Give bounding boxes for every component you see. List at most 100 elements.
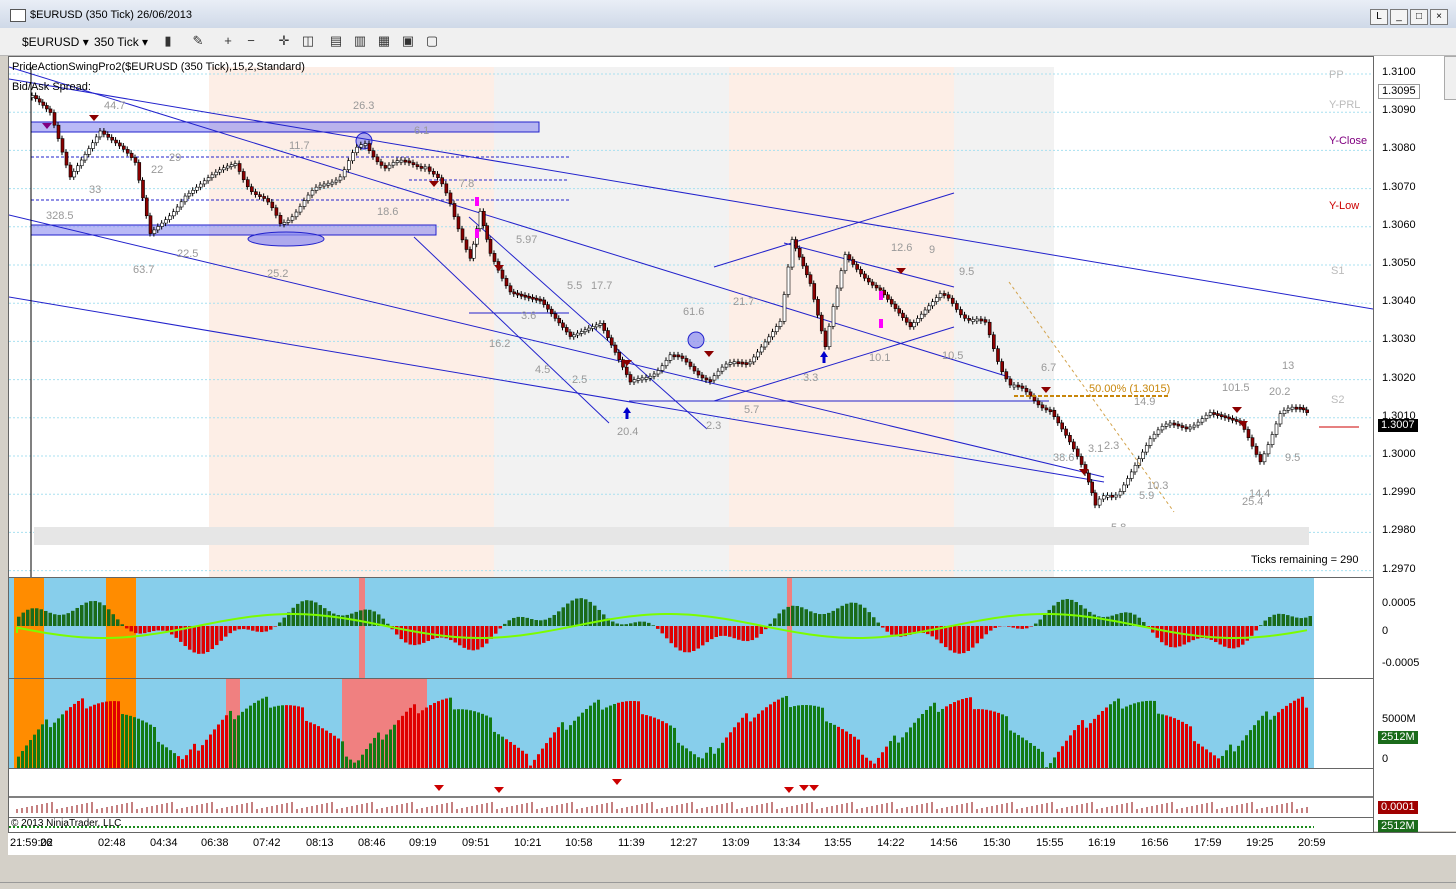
link-button[interactable]: L [1370, 9, 1388, 25]
volume-bar [1157, 714, 1160, 768]
swing-label: 13 [1282, 360, 1294, 372]
candle-body [856, 264, 859, 269]
signal-marker [799, 785, 809, 791]
osc-bar [1219, 626, 1223, 644]
candle-body [645, 377, 648, 379]
osc-axis-label: -0.0005 [1382, 657, 1419, 669]
osc-bar [328, 611, 332, 626]
volume-bar [1089, 723, 1092, 768]
signal-marker [612, 779, 622, 785]
volume-bar [273, 707, 276, 768]
volume-bar [605, 707, 608, 768]
volume-bar [229, 711, 232, 768]
instrument-selector[interactable]: $EURUSD ▾ [22, 35, 89, 49]
volume-bar [465, 710, 468, 768]
volume-bar [1137, 702, 1140, 768]
volume-bar [381, 740, 384, 768]
vertical-scrollbar[interactable] [1444, 56, 1456, 100]
swing-label: 22.5 [177, 248, 198, 260]
candle-body [832, 307, 835, 327]
volume-bar [677, 743, 680, 768]
candle-body [1213, 413, 1216, 415]
candle-body [161, 223, 164, 226]
volume-bar [365, 749, 368, 768]
candle-body [520, 294, 523, 296]
support-ellipse [248, 232, 324, 246]
volume-bar [1113, 701, 1116, 768]
oscillator-panel[interactable] [8, 577, 1374, 679]
candle-body [453, 203, 456, 216]
volume-bar [865, 758, 868, 768]
maximize-button[interactable]: □ [1410, 9, 1428, 25]
bottom-panel[interactable]: © 2013 NinjaTrader, LLC [8, 817, 1374, 833]
zoom-out-icon[interactable]: − [243, 33, 259, 49]
osc-bar [656, 626, 660, 629]
swing-label: 7.8 [459, 178, 474, 190]
data-box-icon[interactable]: ▢ [424, 33, 440, 49]
volume-bar [821, 708, 824, 768]
candle-body [848, 255, 851, 260]
volume-bar [685, 748, 688, 768]
candle-body [1306, 410, 1309, 413]
candle-body [1102, 496, 1105, 499]
volume-bar [1177, 720, 1180, 768]
osc-bar [647, 623, 651, 626]
osc-bar [512, 618, 516, 626]
candle-body [126, 149, 129, 153]
volume-bar [397, 720, 400, 768]
volume-bar [909, 727, 912, 768]
price-panel[interactable]: 44.726.333222911.76.1328.563.722.525.218… [8, 56, 1374, 578]
osc-bar [161, 626, 165, 631]
candle-body [665, 360, 668, 365]
candle-body [513, 292, 516, 294]
osc-bar [557, 611, 561, 626]
signal-panel[interactable] [8, 768, 1374, 818]
candle-body [432, 171, 435, 174]
candle-body [49, 109, 52, 113]
snapshot-icon[interactable]: ▣ [400, 33, 416, 49]
candle-body [1130, 472, 1133, 479]
chart-trader-icon[interactable]: ▦ [376, 33, 392, 49]
osc-axis-label: 0.0005 [1382, 597, 1416, 609]
zoom-in-icon[interactable]: + [220, 33, 236, 49]
volume-bar [1005, 716, 1008, 768]
swing-label: 26.3 [353, 100, 374, 112]
chart-style-icon[interactable]: ▮ [160, 33, 176, 49]
pencil-icon[interactable]: ✎ [190, 33, 206, 49]
swing-label: 44.7 [104, 100, 125, 112]
close-button[interactable]: × [1430, 9, 1448, 25]
volume-bar [349, 760, 352, 768]
candle-body [57, 125, 60, 138]
minimize-button[interactable]: _ [1390, 9, 1408, 25]
resistance-zone [31, 122, 539, 132]
candle-body [153, 230, 156, 234]
candle-body [871, 282, 874, 285]
level-label-s2: S2 [1331, 394, 1344, 406]
osc-bar [323, 608, 327, 626]
volume-bar [1209, 752, 1212, 768]
strategies-icon[interactable]: ▥ [352, 33, 368, 49]
candle-body [424, 167, 427, 169]
candle-body [1279, 414, 1282, 424]
volume-canvas [9, 679, 1373, 768]
osc-highlight-3 [359, 578, 365, 678]
candle-body [725, 364, 728, 367]
time-axis-label: 09:19 [409, 837, 437, 849]
candle-body [1119, 491, 1122, 495]
candle-body [1217, 414, 1220, 416]
interval-selector[interactable]: 350 Tick ▾ [94, 35, 148, 49]
osc-bar [22, 613, 26, 626]
candle-body [875, 285, 878, 288]
properties-icon[interactable]: ◫ [300, 33, 316, 49]
crosshair-icon[interactable]: ✛ [276, 33, 292, 49]
volume-bar [989, 711, 992, 768]
osc-bar [1300, 618, 1304, 626]
volume-panel[interactable] [8, 678, 1374, 769]
osc-bar [674, 626, 678, 647]
volume-bar [393, 725, 396, 768]
indicators-icon[interactable]: ▤ [328, 33, 344, 49]
osc-bar [791, 606, 795, 626]
candle-body [939, 293, 942, 297]
swing-label: 61.6 [683, 306, 704, 318]
candle-body [1263, 454, 1266, 462]
